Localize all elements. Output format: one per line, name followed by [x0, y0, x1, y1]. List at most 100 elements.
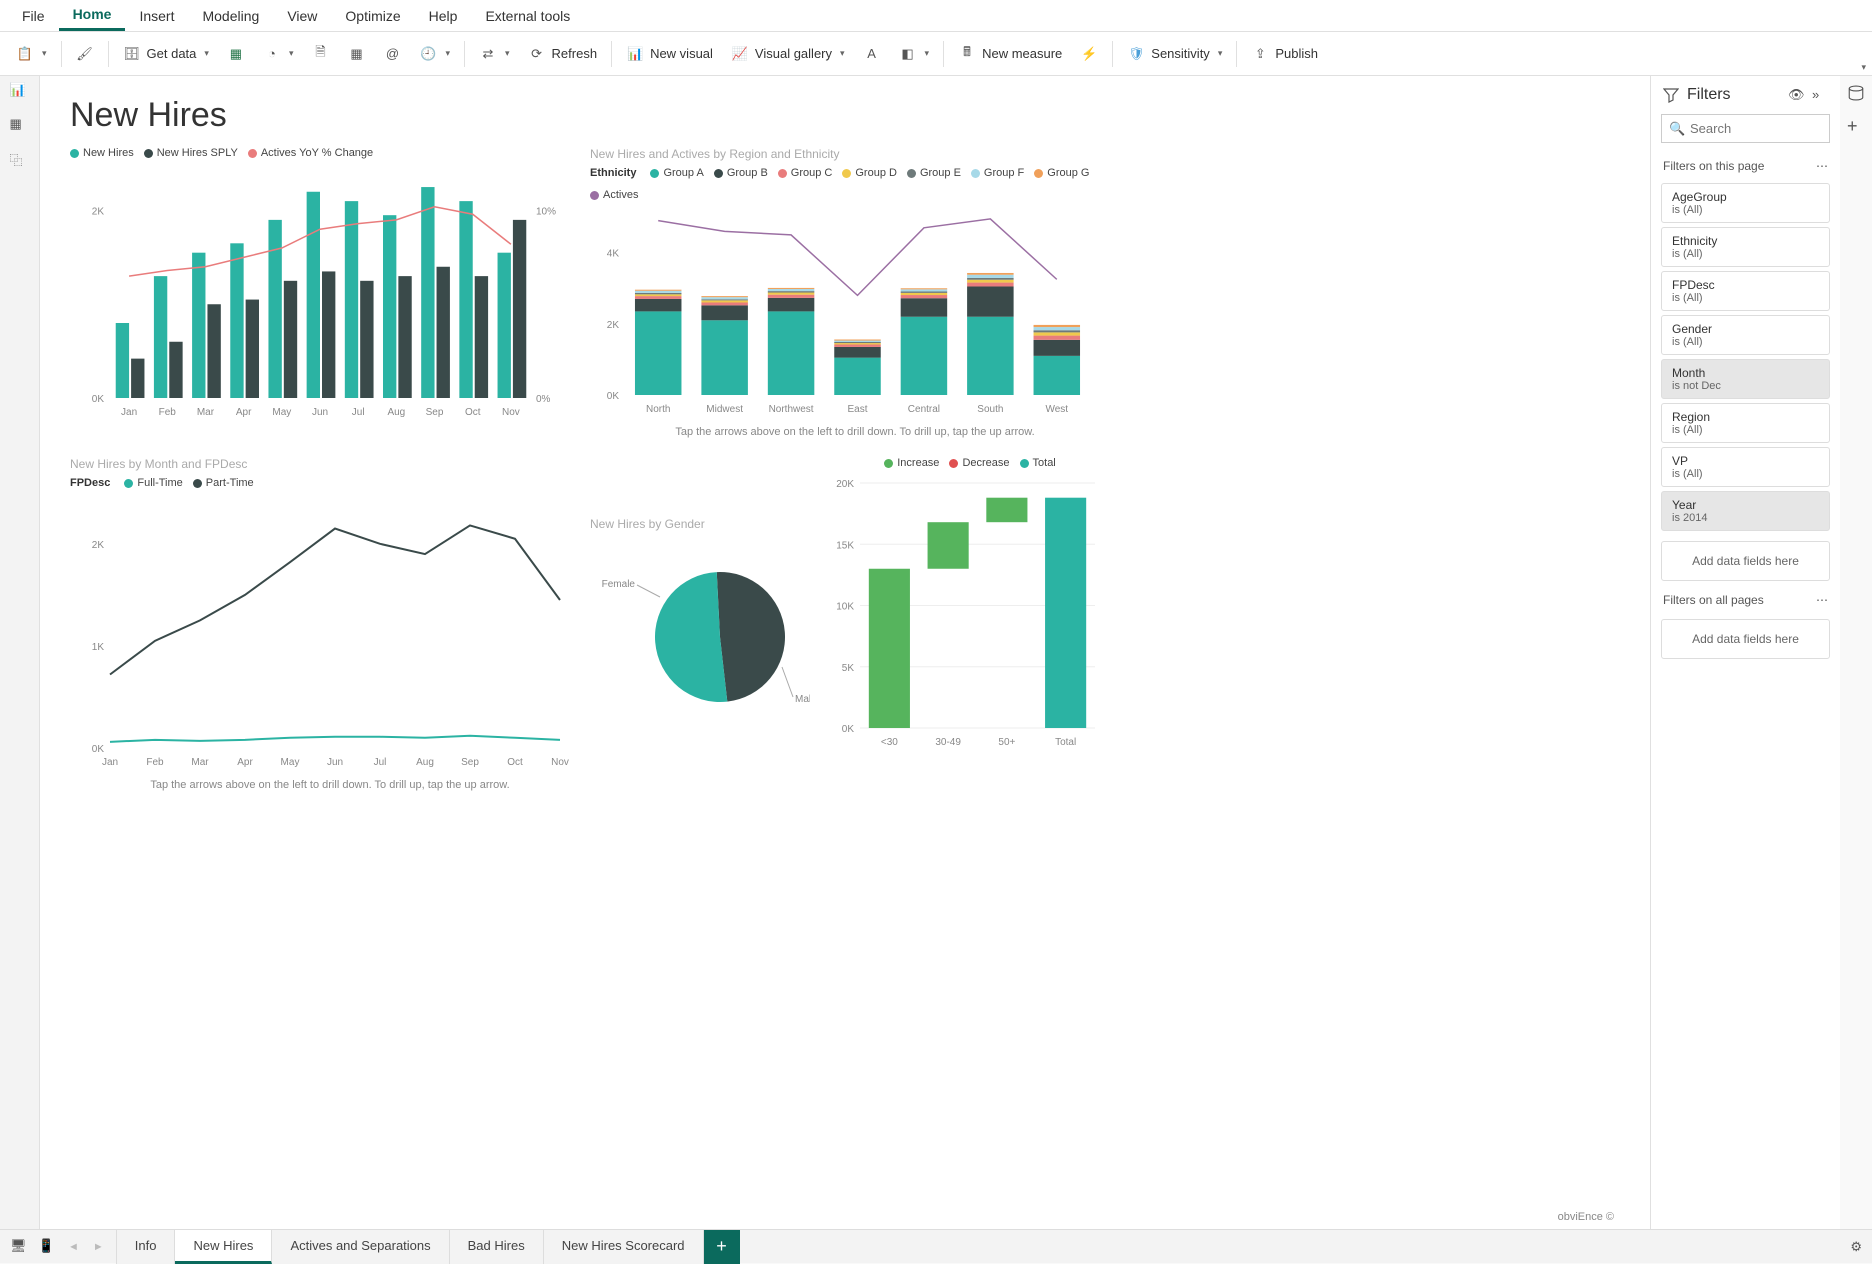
chart-region[interactable]: New Hires and Actives by Region and Ethn…	[590, 147, 1120, 447]
add-pane-icon[interactable]: +	[1847, 116, 1865, 134]
svg-text:Jun: Jun	[327, 757, 343, 768]
publish-button[interactable]: ⇪Publish	[1243, 41, 1326, 67]
chart-combo[interactable]: New HiresNew Hires SPLYActives YoY % Cha…	[70, 147, 590, 447]
page-tab-info[interactable]: Info	[116, 1230, 176, 1264]
filter-icon	[1663, 87, 1679, 103]
menu-insert[interactable]: Insert	[125, 2, 188, 30]
filter-card-year[interactable]: Yearis 2014	[1661, 491, 1830, 531]
refresh-button[interactable]: ⟳Refresh	[520, 41, 606, 67]
svg-text:Oct: Oct	[507, 757, 523, 768]
shield-icon: 🛡	[1127, 45, 1145, 63]
svg-text:Jan: Jan	[121, 407, 137, 418]
svg-text:Oct: Oct	[465, 407, 481, 418]
svg-text:East: East	[847, 404, 867, 415]
table-view-icon[interactable]: ▦	[10, 116, 30, 136]
svg-text:Feb: Feb	[159, 407, 177, 418]
add-page-button[interactable]: +	[704, 1230, 740, 1264]
data-icon: 🗄	[123, 45, 141, 63]
visual-gallery-button[interactable]: 📈Visual gallery▾	[723, 41, 853, 67]
svg-text:Nov: Nov	[551, 757, 569, 768]
collapse-icon[interactable]: »	[1812, 87, 1828, 103]
chart-fpdesc[interactable]: New Hires by Month and FPDesc FPDescFull…	[70, 457, 590, 797]
datahub-button[interactable]: ◔▾	[255, 41, 302, 67]
eye-icon[interactable]: 👁	[1788, 87, 1804, 103]
paste-button[interactable]: 📋▾	[8, 41, 55, 67]
new-visual-button[interactable]: 📊New visual	[618, 41, 721, 67]
filter-search-input[interactable]	[1661, 114, 1830, 143]
svg-text:15K: 15K	[836, 540, 854, 551]
add-filter-drop[interactable]: Add data fields here	[1661, 541, 1830, 581]
svg-text:West: West	[1045, 404, 1068, 415]
page-tab-new-hires[interactable]: New Hires	[175, 1230, 272, 1264]
menu-home[interactable]: Home	[59, 0, 126, 31]
chart-icon: 📊	[626, 45, 644, 63]
filter-card-agegroup[interactable]: AgeGroupis (All)	[1661, 183, 1830, 223]
menu-view[interactable]: View	[273, 2, 331, 30]
transform-icon: ⇄	[479, 45, 497, 63]
menu-file[interactable]: File	[8, 2, 59, 30]
svg-text:Jul: Jul	[374, 757, 387, 768]
menu-help[interactable]: Help	[415, 2, 472, 30]
desktop-layout-icon[interactable]: 🖥	[10, 1238, 28, 1256]
svg-text:10K: 10K	[836, 602, 854, 613]
svg-text:North: North	[646, 404, 670, 415]
model-view-icon[interactable]: ⿻	[10, 150, 30, 170]
sql-button[interactable]: 🗎	[303, 41, 337, 67]
refresh-icon: ⟳	[528, 45, 546, 63]
filter-card-ethnicity[interactable]: Ethnicityis (All)	[1661, 227, 1830, 267]
page-tab-new-hires-scorecard[interactable]: New Hires Scorecard	[544, 1230, 704, 1264]
chart-gender[interactable]: New Hires by Gender FemaleMale	[590, 457, 810, 797]
tabs-next-icon[interactable]: ►	[91, 1241, 106, 1253]
page-tab-actives-and-separations[interactable]: Actives and Separations	[272, 1230, 449, 1264]
svg-text:Sep: Sep	[461, 757, 479, 768]
menu-external-tools[interactable]: External tools	[471, 2, 584, 30]
measure-icon: 🖩	[958, 45, 976, 63]
menu-optimize[interactable]: Optimize	[331, 2, 414, 30]
filter-card-gender[interactable]: Genderis (All)	[1661, 315, 1830, 355]
svg-text:1K: 1K	[92, 642, 105, 653]
new-measure-button[interactable]: 🖩New measure	[950, 41, 1070, 67]
filter-card-region[interactable]: Regionis (All)	[1661, 403, 1830, 443]
svg-text:Male: Male	[795, 694, 810, 705]
page-title: New Hires	[70, 96, 1620, 135]
filter-card-vp[interactable]: VPis (All)	[1661, 447, 1830, 487]
more-visuals-button[interactable]: ◧▾	[891, 41, 938, 67]
more-icon[interactable]: ⋯	[1816, 593, 1828, 607]
hub-icon: ◔	[263, 45, 281, 63]
excel-button[interactable]: ▦	[219, 41, 253, 67]
excel-icon: ▦	[227, 45, 245, 63]
get-data-button[interactable]: 🗄Get data▾	[115, 41, 217, 67]
sensitivity-button[interactable]: 🛡Sensitivity▾	[1119, 41, 1230, 67]
clipboard-icon: 📋	[16, 45, 34, 63]
svg-text:<30: <30	[881, 737, 898, 748]
more-icon[interactable]: ⋯	[1816, 159, 1828, 173]
settings-icon[interactable]: ⚙	[1850, 1239, 1862, 1254]
svg-text:Feb: Feb	[146, 757, 164, 768]
panes-rail: +	[1840, 76, 1872, 1229]
add-filter-drop-all[interactable]: Add data fields here	[1661, 619, 1830, 659]
filters-pane: Filters 👁 » 🔍 Filters on this page⋯ AgeG…	[1650, 76, 1840, 1229]
format-painter-button[interactable]: 🖌	[68, 41, 102, 67]
table-icon: ▦	[347, 45, 365, 63]
chart-waterfall[interactable]: IncreaseDecreaseTotal 0K5K10K15K20K<3030…	[820, 457, 1120, 797]
svg-text:Mar: Mar	[191, 757, 209, 768]
svg-text:Aug: Aug	[387, 407, 405, 418]
enter-data-button[interactable]: ▦	[339, 41, 373, 67]
recent-icon: 🕘	[419, 45, 437, 63]
ribbon-expand-icon[interactable]: ▾	[1861, 62, 1866, 73]
filter-card-month[interactable]: Monthis not Dec	[1661, 359, 1830, 399]
quick-measure-button[interactable]: ⚡	[1072, 41, 1106, 67]
tabs-prev-icon[interactable]: ◄	[66, 1241, 81, 1253]
data-pane-icon[interactable]	[1847, 84, 1865, 102]
transform-button[interactable]: ⇄▾	[471, 41, 518, 67]
recent-button[interactable]: 🕘▾	[411, 41, 458, 67]
dataverse-button[interactable]: @	[375, 41, 409, 67]
filter-card-fpdesc[interactable]: FPDescis (All)	[1661, 271, 1830, 311]
mobile-layout-icon[interactable]: 📱	[38, 1238, 56, 1256]
menu-modeling[interactable]: Modeling	[188, 2, 273, 30]
report-view-icon[interactable]: 📊	[10, 82, 30, 102]
search-icon: 🔍	[1669, 121, 1683, 135]
svg-text:Jul: Jul	[352, 407, 365, 418]
textbox-button[interactable]: A	[855, 41, 889, 67]
page-tab-bad-hires[interactable]: Bad Hires	[450, 1230, 544, 1264]
